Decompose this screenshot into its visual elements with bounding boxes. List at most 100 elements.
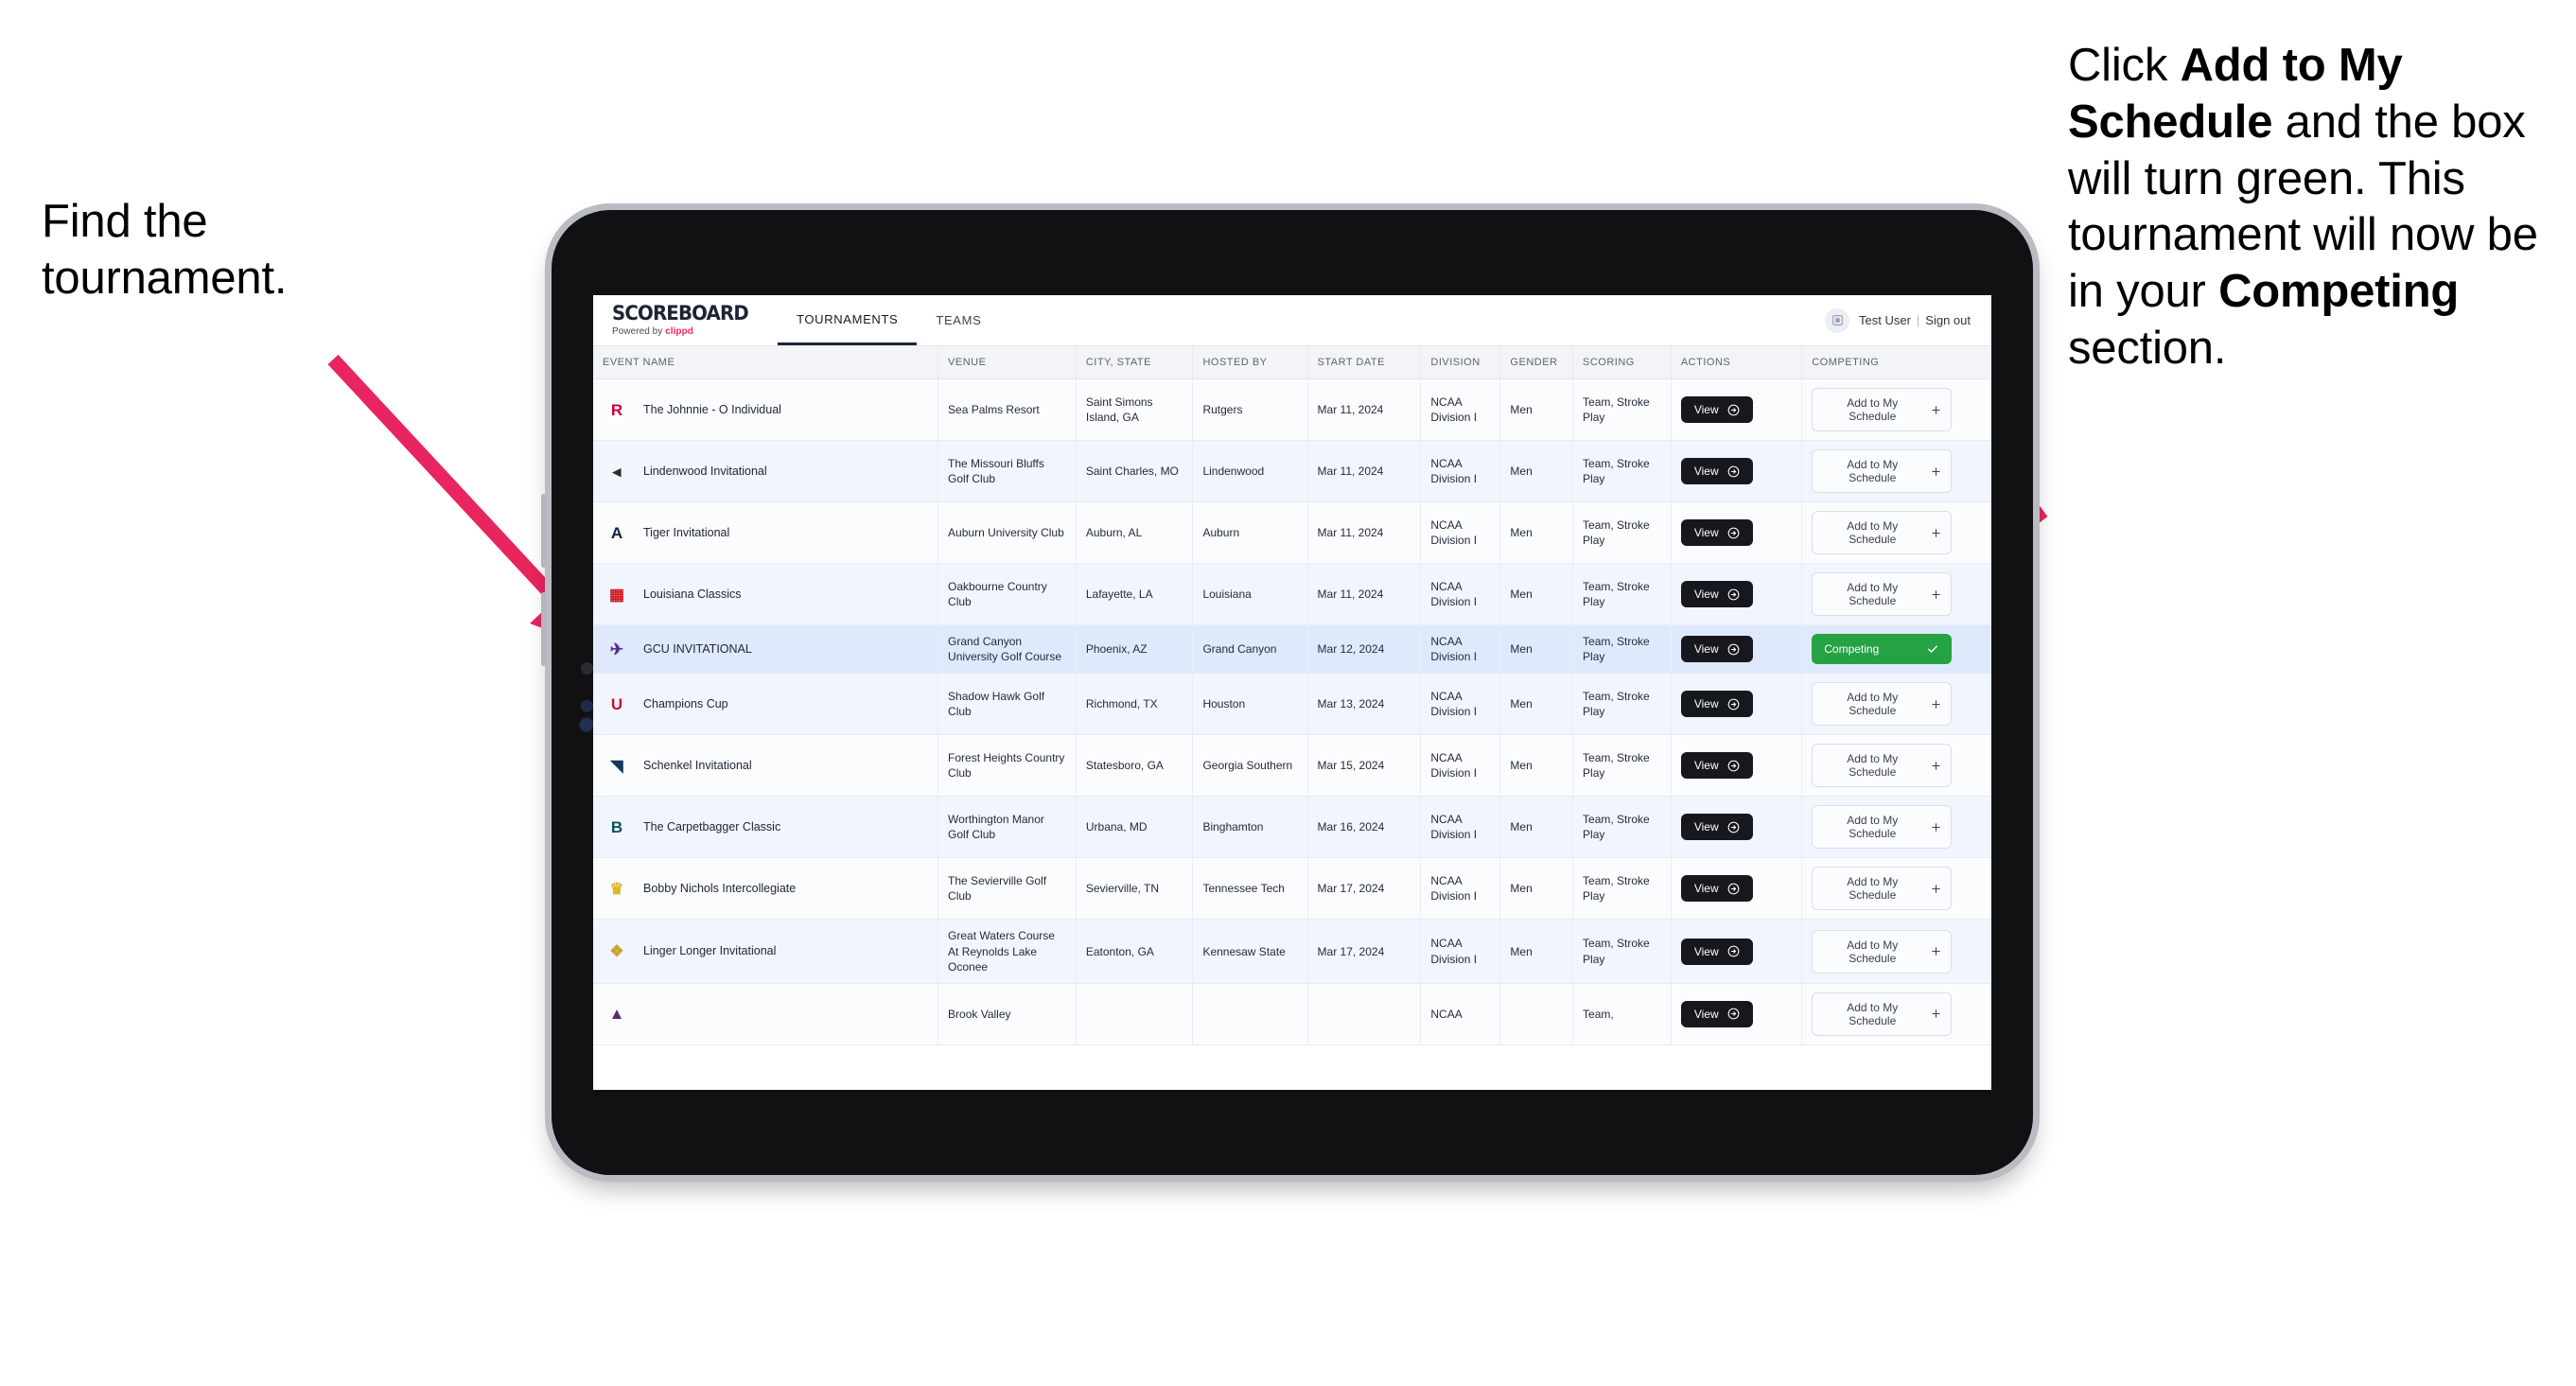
view-button[interactable]: View <box>1680 636 1753 663</box>
tournaments-table-container[interactable]: EVENT NAME VENUE CITY, STATE HOSTED BY S… <box>593 346 1991 1090</box>
cell-gender: Men <box>1499 378 1574 441</box>
table-row[interactable]: ❖ Linger Longer Invitational Great Waters … <box>593 919 1991 984</box>
cell-division: NCAA Division I <box>1420 440 1501 502</box>
cell-competing: Add to My Schedule <box>1801 673 1991 736</box>
add-to-my-schedule-label: Add to My Schedule <box>1847 814 1899 841</box>
view-button[interactable]: View <box>1680 396 1753 423</box>
table-row[interactable]: B The Carpetbagger Classic Worthington Man… <box>593 796 1991 859</box>
view-button[interactable]: View <box>1680 814 1753 841</box>
view-button[interactable]: View <box>1680 875 1753 903</box>
competing-button[interactable]: Competing <box>1812 634 1953 665</box>
add-to-my-schedule-button[interactable]: Add to My Schedule <box>1812 511 1953 554</box>
view-button[interactable]: View <box>1680 938 1753 965</box>
cell-actions: View <box>1671 440 1803 502</box>
column-header-gender[interactable]: GENDER <box>1499 346 1574 379</box>
tournaments-table: EVENT NAME VENUE CITY, STATE HOSTED BY S… <box>593 346 1991 1045</box>
cell-scoring: Team, Stroke Play <box>1572 501 1672 564</box>
team-logo-icon: U <box>610 694 623 713</box>
table-row[interactable]: ♛ Bobby Nichols Intercollegiate The Sevier… <box>593 857 1991 921</box>
table-row[interactable]: ▲ Brook Valley NCAA Team, View Add to My Sche… <box>593 983 1991 1045</box>
view-button[interactable]: View <box>1680 458 1753 484</box>
cell-hosted-by: Rutgers <box>1192 378 1308 441</box>
add-to-my-schedule-button[interactable]: Add to My Schedule <box>1812 449 1953 493</box>
cell-gender: Men <box>1499 440 1574 502</box>
event-name-label: Schenkel Invitational <box>643 758 752 772</box>
event-name-label: GCU INVITATIONAL <box>643 641 752 656</box>
cell-gender: Men <box>1499 563 1574 625</box>
team-logo-icon: A <box>610 523 623 542</box>
column-header-start-date[interactable]: START DATE <box>1307 346 1422 379</box>
cell-actions: View <box>1671 378 1803 441</box>
tab-tournaments[interactable]: TOURNAMENTS <box>778 295 918 345</box>
event-name-label: The Johnnie - O Individual <box>643 402 781 416</box>
cell-city-state: Auburn, AL <box>1076 501 1194 564</box>
column-header-division[interactable]: DIVISION <box>1420 346 1501 379</box>
cell-gender: Men <box>1499 857 1574 921</box>
table-row[interactable]: ▦ Louisiana Classics Oakbourne Country Clu… <box>593 563 1991 625</box>
column-header-scoring[interactable]: SCORING <box>1572 346 1672 379</box>
browser-viewport: SCOREBOARD Powered by clippd TOURNAMENTS… <box>593 295 1991 1090</box>
table-row[interactable]: R The Johnnie - O Individual Sea Palms Res… <box>593 378 1991 441</box>
cell-actions: View <box>1671 673 1803 736</box>
cell-hosted-by: Kennesaw State <box>1192 919 1308 984</box>
user-avatar-icon[interactable] <box>1825 307 1849 333</box>
view-button-label: View <box>1693 526 1719 539</box>
add-to-my-schedule-button[interactable]: Add to My Schedule <box>1812 388 1953 431</box>
cell-start-date: Mar 11, 2024 <box>1307 501 1422 564</box>
add-to-my-schedule-button[interactable]: Add to My Schedule <box>1812 744 1953 788</box>
cell-venue: Sea Palms Resort <box>938 378 1077 441</box>
column-header-venue[interactable]: VENUE <box>938 346 1077 379</box>
cell-city-state: Urbana, MD <box>1076 796 1194 859</box>
view-button[interactable]: View <box>1680 1000 1753 1027</box>
column-header-hosted-by[interactable]: HOSTED BY <box>1192 346 1308 379</box>
view-button[interactable]: View <box>1680 581 1753 607</box>
table-row[interactable]: ◂ Lindenwood Invitational The Missouri Blu… <box>593 440 1991 502</box>
brand-title: SCOREBOARD <box>612 302 749 325</box>
team-logo-icon: ♛ <box>609 879 624 898</box>
cell-scoring: Team, Stroke Play <box>1572 563 1672 625</box>
sign-out-link[interactable]: Sign out <box>1925 313 1971 327</box>
camera-icon <box>581 662 593 675</box>
plus-icon <box>1931 589 1941 600</box>
team-logo-icon: ▲ <box>608 1005 625 1024</box>
table-row[interactable]: U Champions Cup Shadow Hawk Golf Club Richm… <box>593 673 1991 736</box>
add-to-my-schedule-button[interactable]: Add to My Schedule <box>1812 805 1953 850</box>
table-row[interactable]: ✈ GCU INVITATIONAL Grand Canyon University… <box>593 624 1991 675</box>
view-button[interactable]: View <box>1680 691 1753 718</box>
add-to-my-schedule-label: Add to My Schedule <box>1847 875 1899 903</box>
cell-competing: Add to My Schedule <box>1801 857 1991 921</box>
cell-actions: View <box>1671 919 1803 984</box>
cell-scoring: Team, Stroke Play <box>1572 440 1672 502</box>
cell-gender: Men <box>1499 624 1574 675</box>
view-button[interactable]: View <box>1680 752 1753 780</box>
cell-scoring: Team, Stroke Play <box>1572 796 1672 859</box>
add-to-my-schedule-button[interactable]: Add to My Schedule <box>1812 867 1953 911</box>
table-row[interactable]: A Tiger Invitational Auburn University Clu… <box>593 501 1991 564</box>
add-to-my-schedule-button[interactable]: Add to My Schedule <box>1812 929 1953 974</box>
column-header-event-name[interactable]: EVENT NAME <box>593 346 939 379</box>
column-header-city-state[interactable]: CITY, STATE <box>1076 346 1194 379</box>
cell-venue: The Missouri Bluffs Golf Club <box>938 440 1077 502</box>
cell-event-name: ◥ Schenkel Invitational <box>593 734 939 798</box>
plus-icon <box>1931 946 1941 956</box>
user-area: Test User | Sign out <box>1825 295 1991 345</box>
brand-subtitle: Powered by clippd <box>612 326 757 337</box>
cell-venue: Oakbourne Country Club <box>938 563 1077 625</box>
view-button[interactable]: View <box>1680 519 1753 546</box>
view-button-label: View <box>1693 944 1719 958</box>
cell-hosted-by: Tennessee Tech <box>1192 857 1308 921</box>
cell-start-date: Mar 17, 2024 <box>1307 857 1422 921</box>
cell-gender <box>1499 983 1574 1045</box>
cell-actions: View <box>1671 501 1803 564</box>
add-to-my-schedule-button[interactable]: Add to My Schedule <box>1812 572 1953 616</box>
cell-division: NCAA Division I <box>1420 734 1501 798</box>
add-to-my-schedule-button[interactable]: Add to My Schedule <box>1812 682 1953 727</box>
add-to-my-schedule-button[interactable]: Add to My Schedule <box>1812 991 1953 1036</box>
cell-scoring: Team, Stroke Play <box>1572 919 1672 984</box>
cell-city-state: Saint Charles, MO <box>1076 440 1194 502</box>
table-row[interactable]: ◥ Schenkel Invitational Forest Heights Cou… <box>593 734 1991 798</box>
cell-city-state: Saint Simons Island, GA <box>1076 378 1194 441</box>
tab-teams[interactable]: TEAMS <box>917 295 1000 345</box>
cell-venue: Great Waters Course At Reynolds Lake Oco… <box>938 919 1077 984</box>
circle-arrow-right-icon <box>1727 643 1740 656</box>
